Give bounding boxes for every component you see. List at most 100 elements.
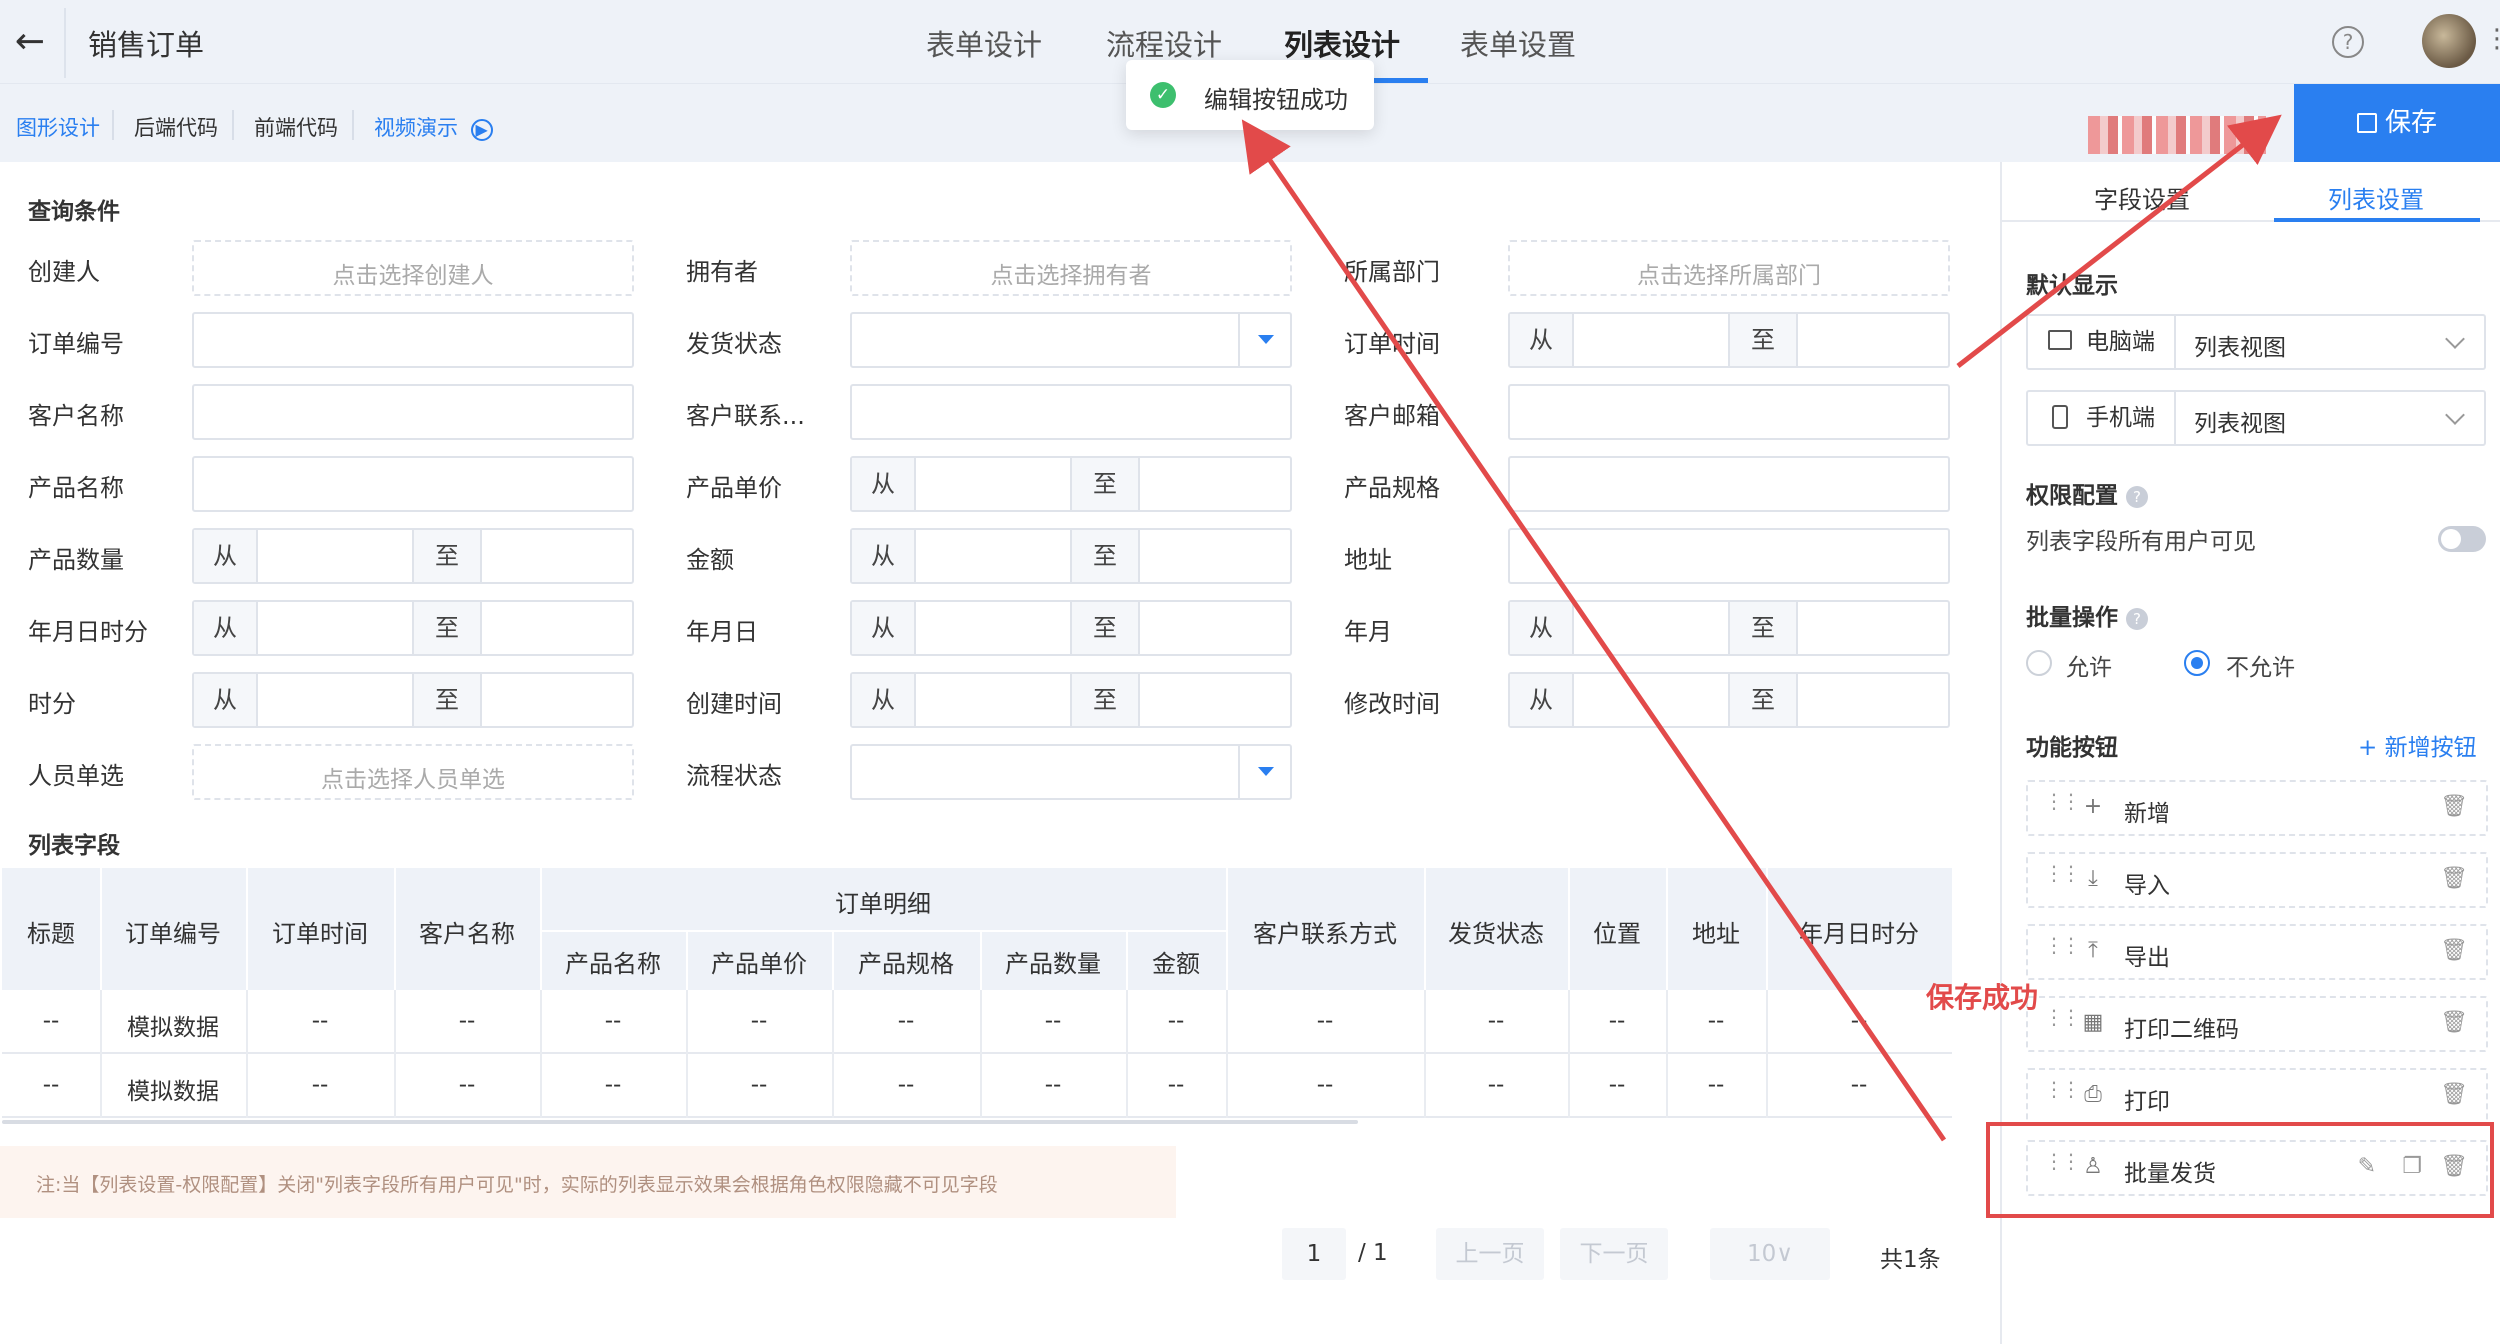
cell: -- (1044, 1072, 1062, 1098)
order-no-input[interactable] (192, 312, 634, 368)
product-input[interactable] (192, 456, 634, 512)
radio-deny[interactable] (2184, 650, 2210, 676)
col-order-time: 订单时间 (272, 920, 368, 948)
divider (352, 110, 354, 140)
buttons-title: 功能按钮 (2026, 735, 2118, 761)
email-input[interactable] (1508, 384, 1950, 440)
trash-icon[interactable]: 🗑 (2440, 794, 2468, 819)
range-from: 从 (194, 530, 258, 582)
ymdhm-range[interactable]: 从至 (192, 600, 634, 656)
cell: -- (1608, 1008, 1626, 1034)
drag-handle-icon[interactable]: ⋮⋮ (2044, 791, 2081, 811)
link-backend-code[interactable]: 后端代码 (134, 112, 218, 142)
price-range[interactable]: 从至 (850, 456, 1292, 512)
horizontal-scrollbar[interactable] (2, 1120, 1358, 1124)
active-tab-indicator (2274, 218, 2480, 222)
next-page-button[interactable]: 下一页 (1560, 1228, 1668, 1280)
drag-handle-icon[interactable]: ⋮⋮ (2044, 1007, 2081, 1027)
created-time-range[interactable]: 从至 (850, 672, 1292, 728)
trash-icon[interactable]: 🗑 (2440, 866, 2468, 891)
permission-toggle[interactable] (2438, 526, 2486, 552)
trash-icon[interactable]: 🗑 (2440, 938, 2468, 963)
flow-status-select[interactable] (850, 744, 1292, 800)
question-icon[interactable]: ? (2126, 607, 2148, 630)
range-to: 至 (412, 530, 482, 582)
placeholder: 点击选择拥有者 (990, 263, 1152, 289)
pc-view-select[interactable]: 电脑端 列表视图 (2026, 314, 2486, 370)
tab-list-design[interactable]: 列表设计 (1284, 22, 1400, 64)
ym-range[interactable]: 从至 (1508, 600, 1950, 656)
group-order-detail: 订单明细 (835, 890, 931, 918)
link-frontend-code[interactable]: 前端代码 (254, 112, 338, 142)
modified-time-range[interactable]: 从至 (1508, 672, 1950, 728)
add-button-link[interactable]: + 新增按钮 (2358, 728, 2477, 762)
tab-list-settings[interactable]: 列表设置 (2328, 180, 2424, 215)
col-contact: 客户联系方式 (1253, 920, 1397, 948)
pc-view-value: 列表视图 (2194, 335, 2286, 361)
amount-range[interactable]: 从至 (850, 528, 1292, 584)
hm-range[interactable]: 从至 (192, 672, 634, 728)
spec-input[interactable] (1508, 456, 1950, 512)
success-toast: ✓ 编辑按钮成功 (1126, 60, 1374, 130)
button-item-add[interactable]: ⋮⋮ + 新增 🗑 (2026, 780, 2488, 836)
page-input[interactable]: 1 (1282, 1228, 1346, 1280)
cell: -- (42, 1072, 60, 1098)
tab-flow-design[interactable]: 流程设计 (1106, 22, 1222, 64)
plus-icon: + (2083, 794, 2103, 819)
trash-icon[interactable]: 🗑 (2440, 1010, 2468, 1035)
address-input[interactable] (1508, 528, 1950, 584)
drag-handle-icon[interactable]: ⋮⋮ (2044, 863, 2081, 883)
toast-message: 编辑按钮成功 (1204, 86, 1348, 114)
link-video-demo[interactable]: 视频演示 ▶ (374, 112, 493, 142)
avatar[interactable] (2422, 14, 2476, 68)
person-picker[interactable]: 点击选择人员单选 (192, 744, 634, 800)
col-qty: 产品数量 (1005, 950, 1101, 978)
link-graphic-design[interactable]: 图形设计 (16, 112, 100, 142)
button-item-print[interactable]: ⋮⋮ ⎙ 打印 🗑 (2026, 1068, 2488, 1124)
cell: -- (1850, 1008, 1868, 1034)
range-from: 从 (852, 530, 916, 582)
ymd-range[interactable]: 从至 (850, 600, 1292, 656)
cell: -- (750, 1008, 768, 1034)
col-order-no: 订单编号 (125, 920, 221, 948)
col-spec: 产品规格 (858, 950, 954, 978)
order-time-range[interactable]: 从至 (1508, 312, 1950, 368)
tab-form-design[interactable]: 表单设计 (926, 22, 1042, 64)
button-item-import[interactable]: ⋮⋮ ⤓ 导入 🗑 (2026, 852, 2488, 908)
button-item-print-qrcode[interactable]: ⋮⋮ ▦ 打印二维码 🗑 (2026, 996, 2488, 1052)
button-item-export[interactable]: ⋮⋮ ⤒ 导出 🗑 (2026, 924, 2488, 980)
more-icon[interactable]: ⋮ (2484, 24, 2500, 54)
contact-input[interactable] (850, 384, 1292, 440)
tab-field-settings[interactable]: 字段设置 (2094, 180, 2190, 215)
question-icon[interactable]: ? (2126, 485, 2148, 508)
trash-icon[interactable]: 🗑 (2440, 1082, 2468, 1107)
import-icon: ⤓ (2088, 866, 2098, 891)
ship-status-select[interactable] (850, 312, 1292, 368)
export-icon: ⤒ (2088, 938, 2098, 963)
col-title: 标题 (27, 920, 75, 948)
page-size-select[interactable]: 10∨ (1710, 1228, 1830, 1280)
printer-icon: ⎙ (2084, 1082, 2102, 1107)
customer-input[interactable] (192, 384, 634, 440)
label-flow-status: 流程状态 (686, 762, 782, 790)
button-label: 新增 (2124, 801, 2170, 827)
cell: 模拟数据 (127, 1079, 219, 1105)
dept-picker[interactable]: 点击选择所属部门 (1508, 240, 1950, 296)
mobile-view-select[interactable]: 手机端 列表视图 (2026, 390, 2486, 446)
save-button[interactable]: 保存 (2294, 84, 2500, 162)
tab-form-settings[interactable]: 表单设置 (1460, 22, 1576, 64)
radio-allow[interactable] (2026, 650, 2052, 676)
batch-title-text: 批量操作 (2026, 605, 2118, 631)
group-divider (540, 930, 1226, 932)
cell: 模拟数据 (127, 1015, 219, 1041)
creator-picker[interactable]: 点击选择创建人 (192, 240, 634, 296)
qty-range[interactable]: 从至 (192, 528, 634, 584)
owner-picker[interactable]: 点击选择拥有者 (850, 240, 1292, 296)
prev-page-button[interactable]: 上一页 (1436, 1228, 1544, 1280)
label-price: 产品单价 (686, 474, 782, 502)
back-arrow-icon[interactable]: ← (8, 20, 52, 64)
cell: -- (604, 1008, 622, 1034)
drag-handle-icon[interactable]: ⋮⋮ (2044, 935, 2081, 955)
help-icon[interactable]: ? (2332, 26, 2364, 58)
drag-handle-icon[interactable]: ⋮⋮ (2044, 1079, 2081, 1099)
